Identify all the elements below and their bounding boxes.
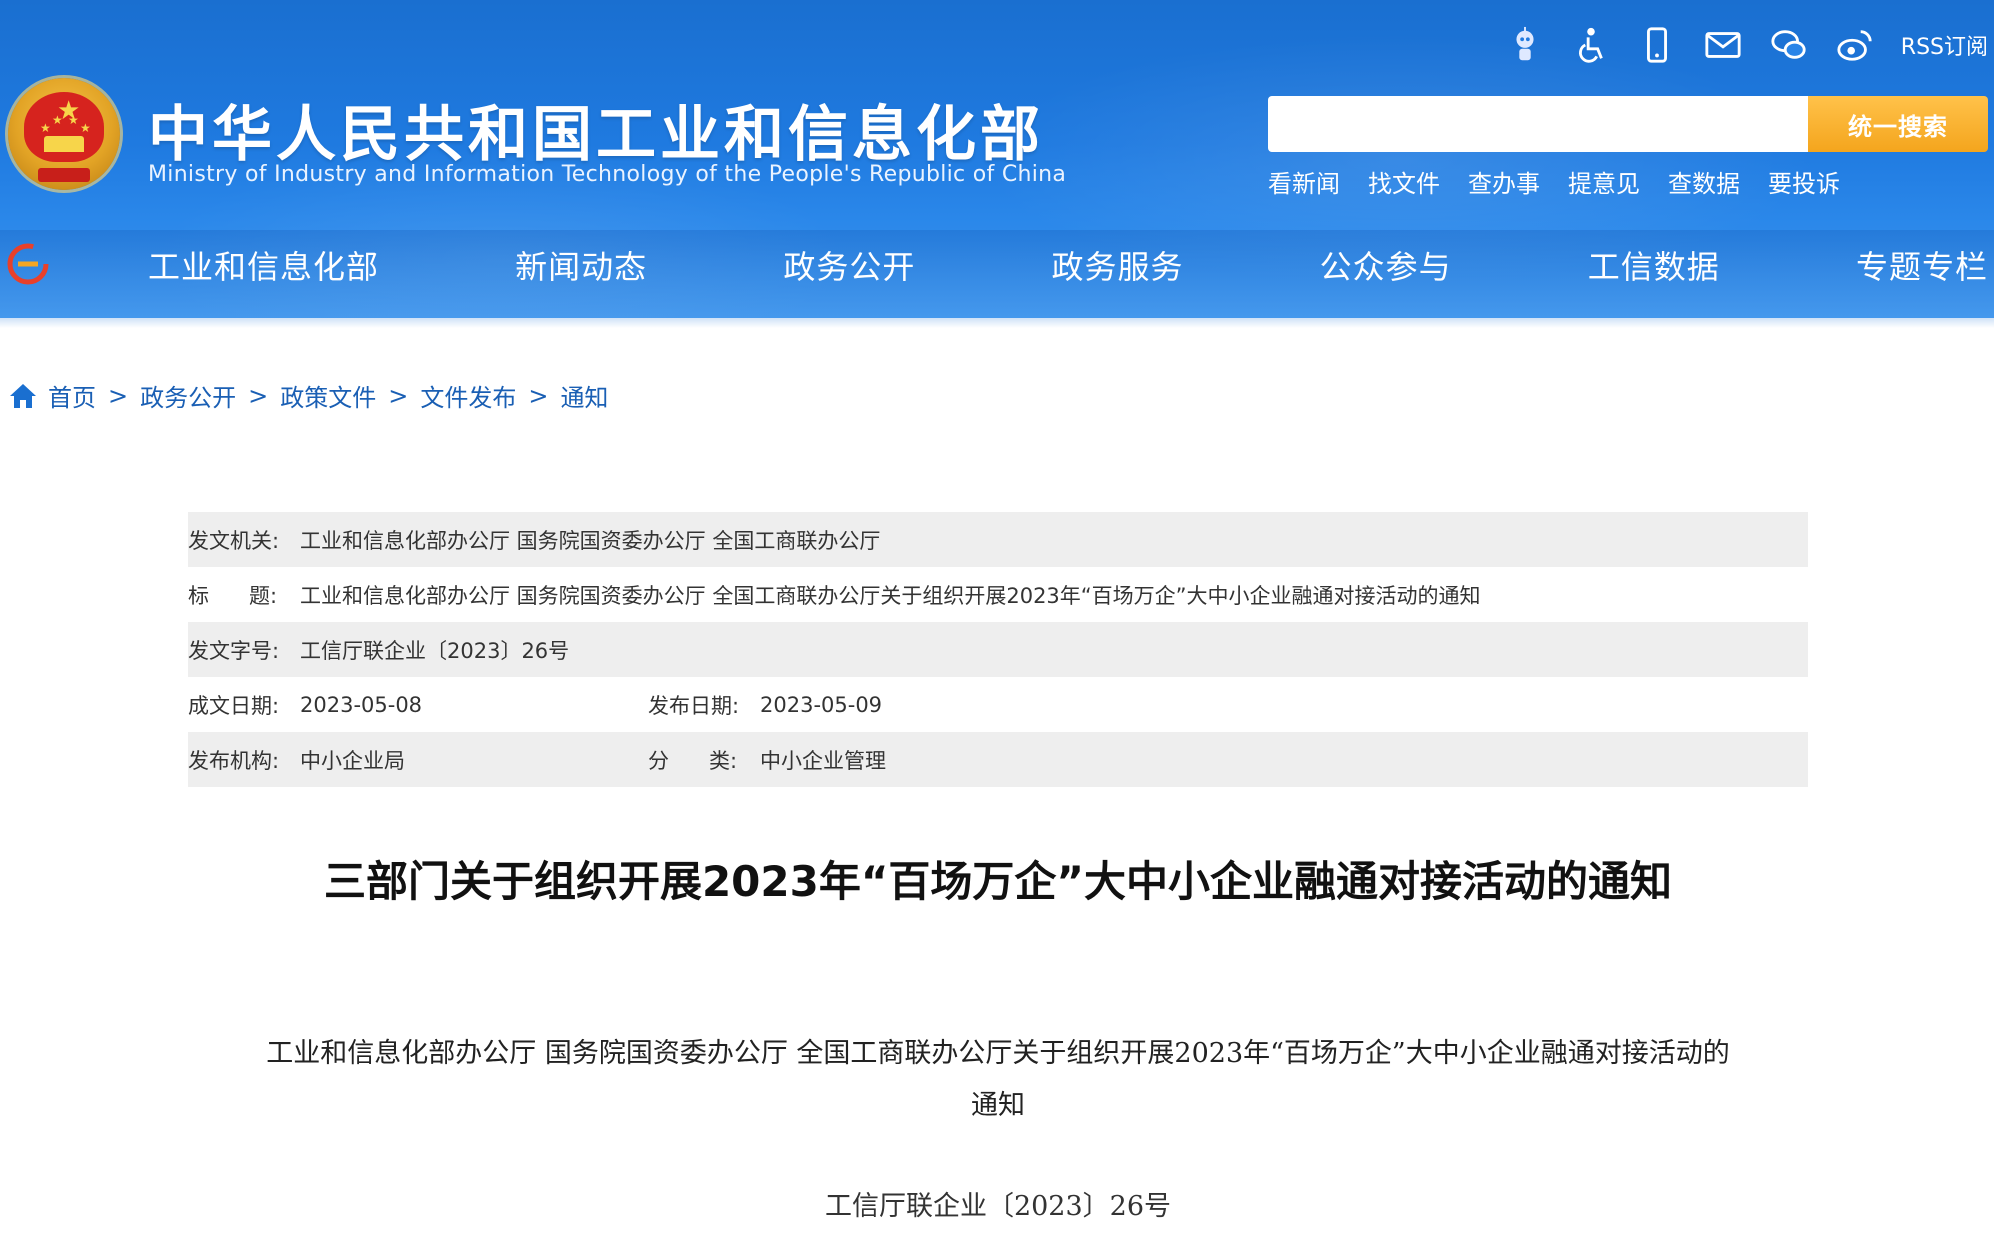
meta-value-issuer: 工业和信息化部办公厅 国务院国资委办公厅 全国工商联办公厅: [300, 528, 881, 553]
meta-value-created: 2023-05-08: [300, 692, 423, 717]
mobile-icon[interactable]: [1637, 25, 1677, 65]
nav-item-news[interactable]: 新闻动态: [515, 242, 647, 288]
main-nav: 工业和信息化部 新闻动态 政务公开 政务服务 公众参与 工信数据 专题专栏: [148, 236, 1988, 294]
nav-item-ministry[interactable]: 工业和信息化部: [148, 242, 379, 288]
meta-label: 发布日期:: [648, 693, 740, 718]
breadcrumb-separator: >: [108, 381, 129, 410]
meta-value-agency: 中小企业局: [300, 748, 405, 773]
meta-row-dates: 成文日期: 2023-05-08 发布日期: 2023-05-09: [188, 677, 1808, 732]
breadcrumb-notice[interactable]: 通知: [560, 378, 608, 413]
document-meta-table: 发文机关: 工业和信息化部办公厅 国务院国资委办公厅 全国工商联办公厅 标 题:…: [188, 512, 1808, 787]
nav-logo-icon[interactable]: [4, 240, 52, 288]
site-header: ★ ★ ★ ★ ★ 中华人民共和国工业和信息化部 Ministry of Ind…: [0, 0, 1994, 320]
quick-link-services[interactable]: 查办事: [1468, 164, 1540, 199]
quick-links: 看新闻 找文件 查办事 提意见 查数据 要投诉: [1268, 164, 1840, 199]
breadcrumb-separator: >: [248, 381, 269, 410]
meta-value-published: 2023-05-09: [760, 692, 883, 717]
meta-label: 标 题:: [188, 583, 278, 608]
site-subtitle: Ministry of Industry and Information Tec…: [148, 162, 1067, 187]
mail-icon[interactable]: [1703, 25, 1743, 65]
nav-item-participation[interactable]: 公众参与: [1320, 242, 1452, 288]
breadcrumb-separator: >: [388, 381, 409, 410]
meta-value-category: 中小企业管理: [760, 748, 886, 773]
meta-label: 成文日期:: [188, 693, 280, 718]
nav-item-data[interactable]: 工信数据: [1588, 242, 1720, 288]
breadcrumb-file-release[interactable]: 文件发布: [420, 378, 516, 413]
rss-link[interactable]: RSS订阅: [1901, 29, 1988, 61]
article-heading: 工业和信息化部办公厅 国务院国资委办公厅 全国工商联办公厅关于组织开展2023年…: [188, 1028, 1808, 1132]
meta-value-title: 工业和信息化部办公厅 国务院国资委办公厅 全国工商联办公厅关于组织开展2023年…: [300, 583, 1481, 608]
breadcrumb-separator: >: [528, 381, 549, 410]
site-title[interactable]: 中华人民共和国工业和信息化部: [148, 86, 1044, 173]
wechat-icon[interactable]: [1769, 25, 1809, 65]
meta-label: 发文机关:: [188, 528, 280, 553]
meta-row-agency: 发布机构: 中小企业局 分 类: 中小企业管理: [188, 732, 1808, 787]
home-icon[interactable]: [8, 382, 38, 410]
weibo-icon[interactable]: [1835, 25, 1875, 65]
meta-row-title: 标 题: 工业和信息化部办公厅 国务院国资委办公厅 全国工商联办公厅关于组织开展…: [188, 567, 1808, 622]
nav-item-gov-affairs[interactable]: 政务公开: [783, 242, 915, 288]
breadcrumb: 首页 > 政务公开 > 政策文件 > 文件发布 > 通知: [8, 378, 608, 413]
robot-icon[interactable]: [1505, 25, 1545, 65]
breadcrumb-policy-files[interactable]: 政策文件: [280, 378, 376, 413]
search-button[interactable]: 统一搜索: [1808, 96, 1988, 152]
quick-link-data[interactable]: 查数据: [1668, 164, 1740, 199]
utility-bar: RSS订阅: [1505, 20, 1988, 70]
article-heading-line: 通知: [971, 1090, 1025, 1121]
accessibility-icon[interactable]: [1571, 25, 1611, 65]
meta-label: 分 类:: [648, 748, 738, 773]
nav-item-gov-services[interactable]: 政务服务: [1051, 242, 1183, 288]
nav-item-topics[interactable]: 专题专栏: [1856, 242, 1988, 288]
meta-row-docno: 发文字号: 工信厅联企业〔2023〕26号: [188, 622, 1808, 677]
quick-link-complaint[interactable]: 要投诉: [1768, 164, 1840, 199]
quick-link-news[interactable]: 看新闻: [1268, 164, 1340, 199]
quick-link-feedback[interactable]: 提意见: [1568, 164, 1640, 199]
meta-row-issuer: 发文机关: 工业和信息化部办公厅 国务院国资委办公厅 全国工商联办公厅: [188, 512, 1808, 567]
national-emblem-icon[interactable]: ★ ★ ★ ★ ★: [8, 78, 120, 190]
article-title: 三部门关于组织开展2023年“百场万企”大中小企业融通对接活动的通知: [323, 857, 1673, 906]
meta-value-docno: 工信厅联企业〔2023〕26号: [300, 638, 570, 663]
header-divider: [0, 318, 1994, 328]
meta-label: 发布机构:: [188, 748, 280, 773]
meta-label: 发文字号:: [188, 638, 280, 663]
breadcrumb-gov-affairs[interactable]: 政务公开: [140, 378, 236, 413]
breadcrumb-home[interactable]: 首页: [48, 378, 96, 413]
search-input[interactable]: [1268, 96, 1808, 152]
quick-link-files[interactable]: 找文件: [1368, 164, 1440, 199]
article-heading-line: 工业和信息化部办公厅 国务院国资委办公厅 全国工商联办公厅关于组织开展2023年…: [266, 1038, 1730, 1069]
article-document-number: 工信厅联企业〔2023〕26号: [824, 1191, 1172, 1222]
